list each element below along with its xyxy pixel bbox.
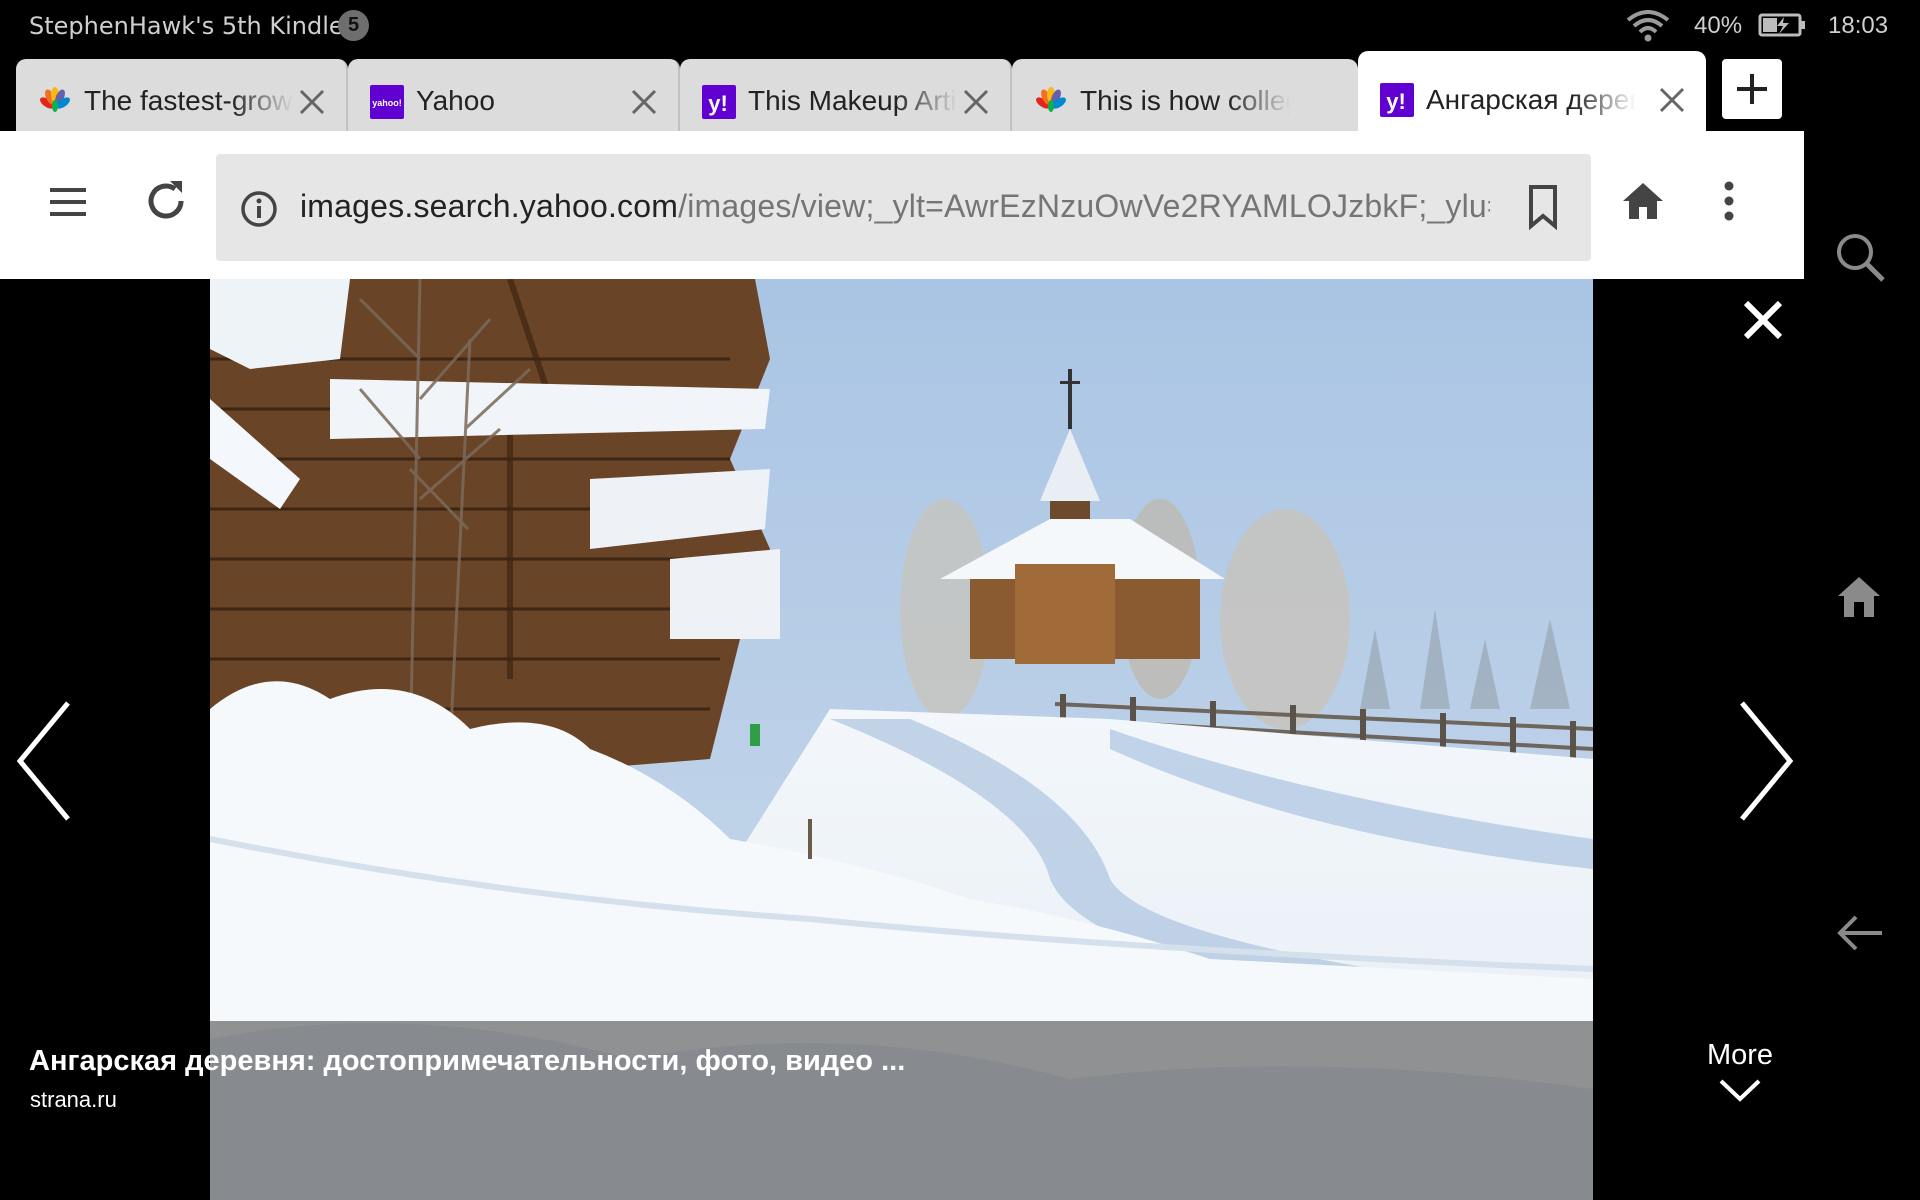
- chevron-down-icon: [1719, 1079, 1761, 1102]
- info-icon[interactable]: [240, 190, 278, 228]
- home-icon[interactable]: [1836, 574, 1882, 620]
- device-name: StephenHawk's 5th Kindle: [29, 12, 344, 40]
- reload-icon[interactable]: [142, 177, 190, 225]
- bookmark-icon[interactable]: [1527, 184, 1559, 230]
- system-nav-bar: [1804, 51, 1920, 1200]
- more-label: More: [1706, 1039, 1774, 1071]
- status-bar: StephenHawk's 5th Kindle 5 40% 18:03: [0, 0, 1920, 51]
- tab-yahoo[interactable]: yahoo! Yahoo: [348, 59, 680, 131]
- wifi-icon: [1626, 10, 1670, 42]
- new-tab-button[interactable]: [1722, 59, 1782, 119]
- tab-nbc-news-2[interactable]: This is how colleges: [1012, 59, 1358, 131]
- close-icon[interactable]: [962, 88, 990, 116]
- tab-title: The fastest-growing: [84, 85, 294, 116]
- image-viewer: Ангарская деревня: достопримечательности…: [0, 279, 1804, 1200]
- hamburger-menu-icon[interactable]: [48, 186, 88, 218]
- search-icon[interactable]: [1834, 231, 1886, 283]
- image-caption-bar: Ангарская деревня: достопримечательности…: [0, 1021, 1804, 1200]
- tab-strip: The fastest-growing yahoo! Yahoo y! This…: [0, 51, 1804, 131]
- battery-percent: 40%: [1694, 12, 1743, 39]
- image-title[interactable]: Ангарская деревня: достопримечательности…: [29, 1045, 905, 1078]
- plus-icon: [1737, 74, 1767, 104]
- nbc-peacock-icon: [40, 87, 70, 112]
- svg-text:y!: y!: [708, 91, 728, 116]
- nbc-peacock-icon: [1036, 87, 1066, 112]
- url-host: images.search.yahoo.com: [300, 188, 679, 224]
- next-arrow-icon[interactable]: [1736, 699, 1796, 823]
- svg-text:y!: y!: [1386, 89, 1406, 114]
- close-icon[interactable]: [1658, 86, 1686, 114]
- battery-charging-icon: [1758, 13, 1805, 37]
- yahoo-y-icon: y!: [702, 85, 736, 119]
- url-path: /images/view;_ylt=AwrEzNzuOwVe2RYAMLOJzb…: [678, 188, 1490, 224]
- tab-title: This Makeup Artist: [748, 85, 958, 116]
- close-icon[interactable]: [298, 88, 326, 116]
- url-text[interactable]: images.search.yahoo.com/images/view;_ylt…: [300, 188, 1490, 225]
- tab-nbc-news-1[interactable]: The fastest-growing: [16, 59, 348, 131]
- image-source[interactable]: strana.ru: [30, 1087, 117, 1113]
- yahoo-y-icon: y!: [1380, 83, 1414, 117]
- back-arrow-icon[interactable]: [1836, 913, 1884, 953]
- svg-text:yahoo!: yahoo!: [372, 98, 402, 108]
- overflow-menu-icon[interactable]: [1724, 181, 1734, 221]
- home-icon[interactable]: [1622, 181, 1664, 221]
- more-button[interactable]: More: [1700, 1039, 1780, 1102]
- clock: 18:03: [1828, 12, 1889, 39]
- tab-title: This is how colleges: [1080, 85, 1290, 116]
- tab-title: Yahoo: [416, 85, 495, 116]
- tab-title: Ангарская деревня: [1426, 84, 1636, 115]
- tab-makeup-artist[interactable]: y! This Makeup Artist: [680, 59, 1012, 131]
- address-bar[interactable]: images.search.yahoo.com/images/view;_ylt…: [216, 154, 1591, 261]
- notification-badge[interactable]: 5: [338, 10, 369, 41]
- close-icon[interactable]: [1742, 299, 1784, 341]
- browser-toolbar: images.search.yahoo.com/images/view;_ylt…: [0, 131, 1804, 279]
- close-icon[interactable]: [630, 88, 658, 116]
- previous-arrow-icon[interactable]: [14, 699, 74, 823]
- yahoo-icon: yahoo!: [370, 85, 404, 119]
- tab-angarskaya-derevnya[interactable]: y! Ангарская деревня: [1358, 51, 1706, 131]
